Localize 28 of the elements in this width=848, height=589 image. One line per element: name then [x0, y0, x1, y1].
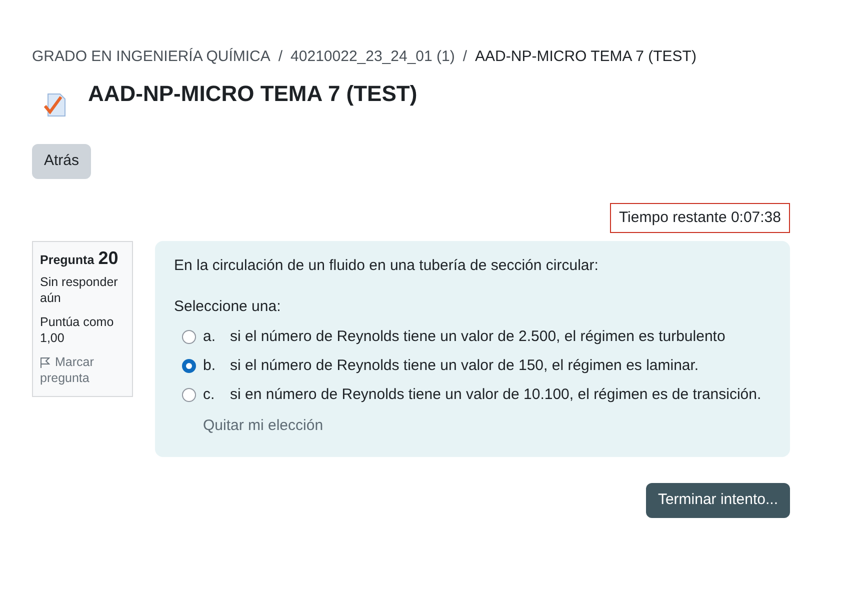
flag-icon: [40, 357, 50, 368]
option-text[interactable]: si el número de Reynolds tiene un valor de 2.500, el régimen es turbulento: [230, 326, 726, 348]
back-button[interactable]: Atrás: [32, 144, 92, 179]
finish-attempt-button[interactable]: Terminar intento...: [646, 483, 790, 518]
radio-button[interactable]: [182, 330, 196, 344]
page-title: AAD-NP-MICRO TEMA 7 (TEST): [88, 80, 418, 108]
radio-button[interactable]: [182, 359, 196, 373]
option-letter: a.: [203, 326, 217, 347]
clear-choice-link[interactable]: Quitar mi elección: [203, 415, 324, 438]
question-label: Pregunta: [40, 252, 94, 268]
option-text[interactable]: si el número de Reynolds tiene un valor de 150, el régimen es laminar.: [230, 354, 699, 378]
option-letter: b.: [203, 356, 217, 376]
breadcrumb-separator: /: [462, 46, 468, 67]
quiz-checklist-icon: [44, 92, 68, 118]
question-number: 20: [98, 250, 118, 266]
flag-question-link[interactable]: Marcar pregunta: [40, 354, 125, 386]
breadcrumb-link[interactable]: 40210022_23_24_01 (1): [290, 46, 455, 68]
breadcrumb-separator: /: [278, 46, 283, 67]
timer: Tiempo restante 0:07:38: [610, 203, 790, 233]
breadcrumb-link[interactable]: GRADO EN INGENIERÍA QUÍMICA: [32, 46, 270, 68]
question-status: Sin responder aún: [40, 274, 119, 306]
answer-prompt: Seleccione una:: [174, 296, 282, 316]
radio-button[interactable]: [182, 388, 196, 402]
question-text: En la circulación de un fluido en una tubería de sección circular:: [174, 256, 600, 276]
option-text[interactable]: si en número de Reynolds tiene un valor de 10.100, el régimen es de transición.: [230, 384, 762, 406]
question-grade: Puntúa como 1,00: [40, 314, 115, 346]
option-letter: c.: [203, 384, 216, 405]
breadcrumb-current: AAD-NP-MICRO TEMA 7 (TEST): [475, 46, 696, 67]
